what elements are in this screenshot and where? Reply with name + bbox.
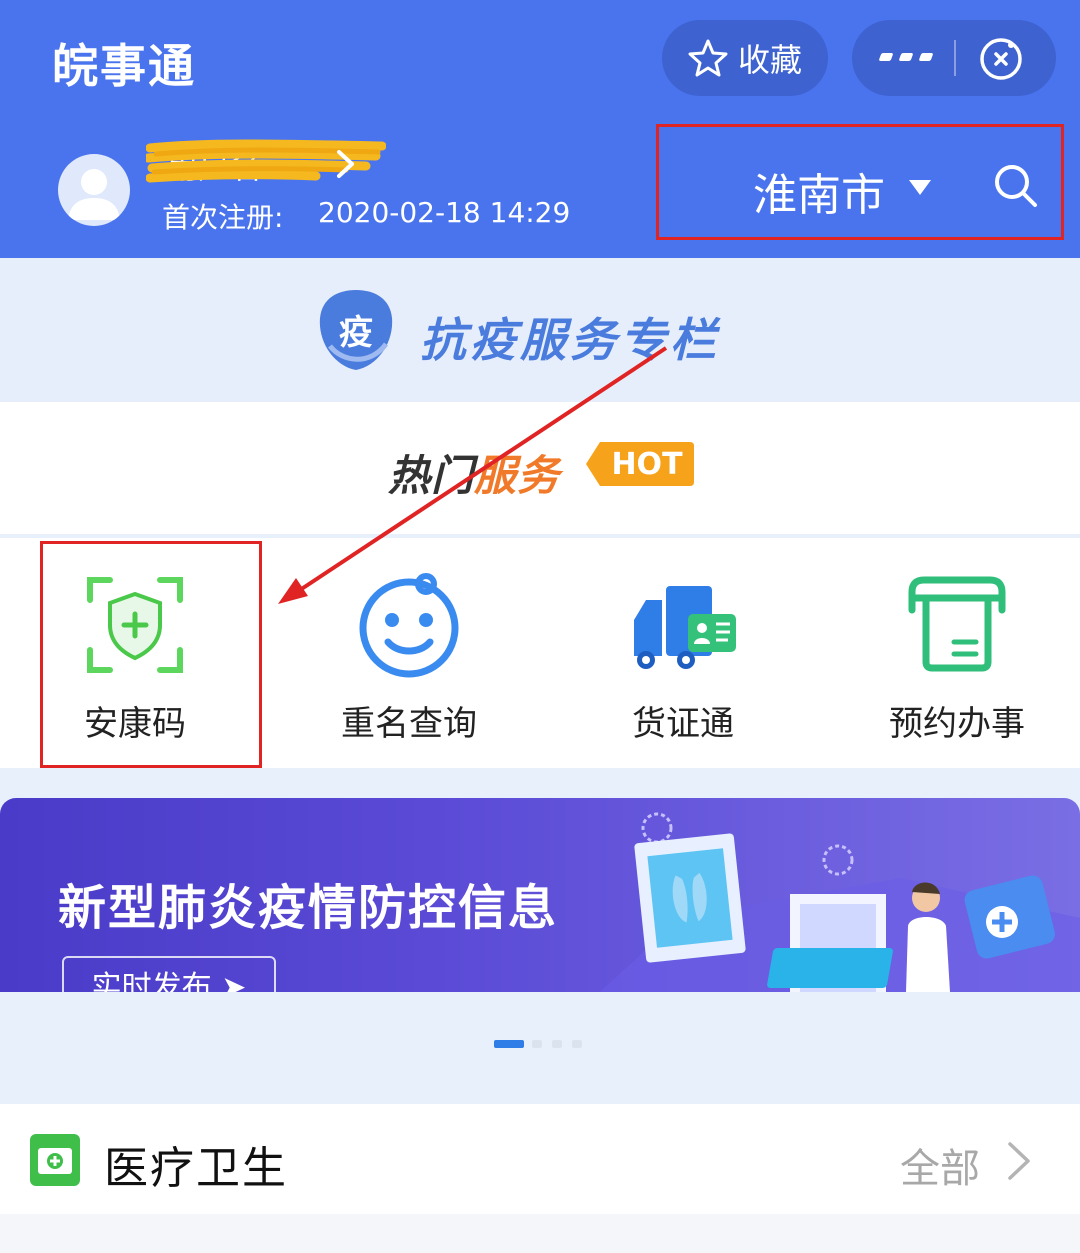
service-cargo-permit[interactable]: 货证通 [548, 538, 818, 768]
truck-id-card-icon [634, 586, 736, 669]
capsule-divider [954, 40, 956, 76]
hot-badge: HOT [584, 438, 696, 490]
medical-section-header: 医疗卫生 全部 [0, 1104, 1080, 1214]
user-avatar[interactable] [58, 154, 130, 226]
pager-dot-active[interactable] [494, 1040, 524, 1048]
chevron-right-icon[interactable] [334, 148, 358, 180]
pager-dot[interactable] [532, 1040, 542, 1048]
doctor-illustration [600, 812, 1080, 992]
service-label: 货证通 [632, 704, 734, 744]
star-icon [688, 39, 728, 77]
bottom-divider [0, 1214, 1080, 1253]
service-name-query[interactable]: 重名查询 [274, 538, 544, 768]
hot-badge-text: HOT [611, 446, 683, 482]
banner-live-button[interactable]: 实时发布 ➤ [62, 956, 276, 992]
registration-label: 首次注册: [162, 201, 284, 234]
medical-title: 医疗卫生 [104, 1143, 288, 1194]
view-all-link[interactable]: 全部 [900, 1136, 980, 1194]
header-bar: 皖事通 收藏 用户名 首次注册: 2020-02-18 14:29 淮南市 [0, 0, 1080, 258]
epidemic-badge: 疫 [316, 286, 396, 374]
epidemic-service-column[interactable]: 疫 抗疫服务专栏 [0, 258, 1080, 402]
hot-title-orange: 服务 [474, 451, 561, 500]
medical-kit-icon [30, 1134, 80, 1186]
favorite-label: 收藏 [737, 41, 802, 79]
service-appointment[interactable]: 预约办事 [822, 538, 1080, 768]
hot-services-header: 热门服务 HOT [0, 402, 1080, 534]
app-title: 皖事通 [52, 39, 196, 93]
epidemic-badge-char: 疫 [339, 312, 373, 353]
caret-down-icon[interactable] [907, 177, 933, 197]
pager-dot[interactable] [572, 1040, 582, 1048]
pager-dot[interactable] [552, 1040, 562, 1048]
avatar-person-icon [68, 169, 120, 220]
favorite-button[interactable]: 收藏 [662, 20, 828, 96]
chevron-right-icon[interactable] [1006, 1140, 1032, 1182]
epidemic-title: 抗疫服务专栏 [420, 313, 720, 367]
mini-program-capsule [852, 20, 1056, 96]
annotation-highlight-box [40, 541, 262, 768]
service-label: 重名查询 [341, 704, 477, 744]
service-label: 预约办事 [889, 704, 1025, 744]
hot-title-dark: 热门 [388, 451, 475, 500]
city-search-highlight: 淮南市 [656, 124, 1064, 240]
close-mini-program-icon[interactable] [978, 36, 1024, 82]
epidemic-info-banner[interactable]: 新型肺炎疫情防控信息 实时发布 ➤ [0, 798, 1080, 992]
banner-title: 新型肺炎疫情防控信息 [58, 880, 559, 936]
ticket-machine-icon [908, 576, 1006, 672]
more-options-icon[interactable] [878, 42, 934, 72]
city-selector[interactable]: 淮南市 [753, 159, 885, 223]
hot-services-title: 热门服务 [388, 442, 560, 503]
banner-pager[interactable] [494, 1040, 586, 1048]
registration-date: 2020-02-18 14:29 [318, 196, 571, 229]
search-icon[interactable] [993, 163, 1039, 209]
baby-face-icon [359, 573, 459, 678]
